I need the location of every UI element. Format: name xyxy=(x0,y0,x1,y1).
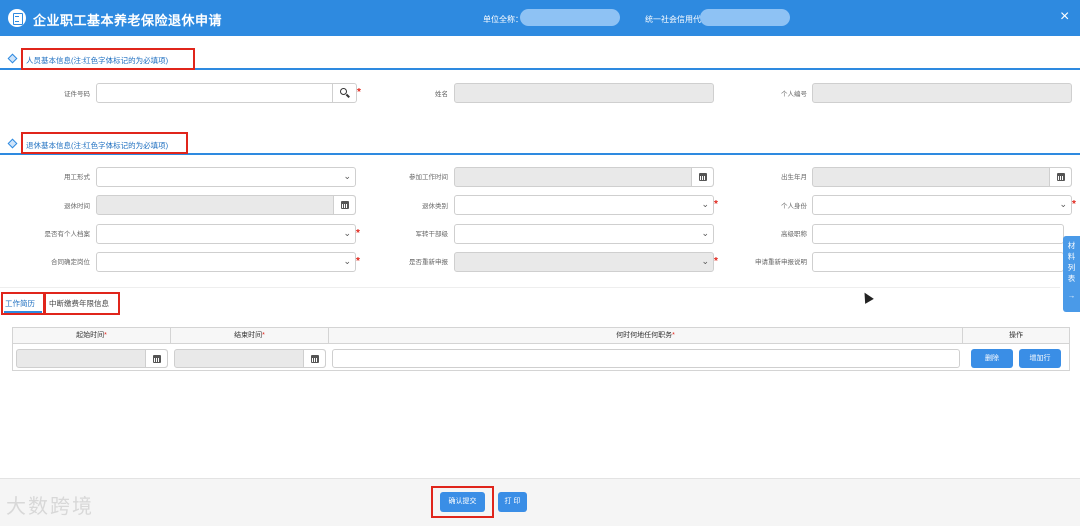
credit-code-redacted xyxy=(700,9,790,26)
material-list-panel[interactable]: 材 料 列 表 → xyxy=(1063,236,1080,312)
retire-time-input xyxy=(96,195,356,215)
unit-name-redacted xyxy=(520,9,620,26)
reapply-desc-input[interactable] xyxy=(812,252,1064,272)
footer-bar xyxy=(0,478,1080,526)
highlight-box xyxy=(44,292,120,315)
delete-row-button[interactable]: 删除 xyxy=(971,349,1013,368)
military-cadre-label: 军转干部级 xyxy=(415,231,449,238)
name-label: 姓名 xyxy=(435,91,448,98)
senior-title-select[interactable] xyxy=(812,224,1064,244)
active-tab-indicator xyxy=(4,311,42,313)
add-row-button[interactable]: 增加行 xyxy=(1019,349,1061,368)
senior-title-label: 高级职称 xyxy=(781,231,807,238)
calendar-icon[interactable] xyxy=(333,196,355,214)
required-mark: * xyxy=(357,87,361,98)
column-header-position: 何时何地任何职务* xyxy=(329,328,963,344)
column-header-start: 起始时间* xyxy=(13,328,171,344)
person-number-label: 个人编号 xyxy=(781,91,807,98)
position-input[interactable] xyxy=(332,349,960,368)
work-start-label: 参加工作时间 xyxy=(409,174,448,181)
chevron-down-icon: ⌄ xyxy=(343,228,351,238)
start-time-input[interactable] xyxy=(16,349,168,368)
id-number-input[interactable] xyxy=(96,83,357,103)
chevron-down-icon: ⌄ xyxy=(701,228,709,238)
work-resume-table: 起始时间* 结束时间* 何时何地任何职务* 操作 删除 增加行 xyxy=(12,327,1070,371)
chevron-down-icon: ⌄ xyxy=(1059,199,1067,209)
chevron-down-icon: ⌄ xyxy=(343,256,351,266)
required-mark: * xyxy=(356,228,360,239)
form-icon xyxy=(8,9,26,27)
column-header-actions: 操作 xyxy=(963,328,1069,344)
search-icon[interactable] xyxy=(332,84,356,102)
highlight-box xyxy=(21,48,195,70)
calendar-icon[interactable] xyxy=(303,350,325,367)
identity-select[interactable]: ⌄ xyxy=(812,195,1072,215)
divider xyxy=(0,287,1060,288)
employment-form-select[interactable]: ⌄ xyxy=(96,167,356,187)
required-mark: * xyxy=(356,256,360,267)
close-icon[interactable]: × xyxy=(1060,9,1069,25)
contract-post-select[interactable]: ⌄ xyxy=(96,252,356,272)
birth-date-input xyxy=(812,167,1072,187)
required-mark: * xyxy=(1072,199,1076,210)
calendar-icon[interactable] xyxy=(145,350,167,367)
diamond-icon xyxy=(7,53,18,64)
person-number-input xyxy=(812,83,1072,103)
dialog-header: 企业职工基本养老保险退休申请 单位全称： 统一社会信用代码： × xyxy=(0,0,1080,36)
column-header-end: 结束时间* xyxy=(171,328,329,344)
required-mark: * xyxy=(714,199,718,210)
highlight-box xyxy=(431,486,494,518)
side-label-char: 列 xyxy=(1067,263,1076,272)
watermark-logo: 大数跨境 xyxy=(6,496,94,518)
has-archive-select[interactable]: ⌄ xyxy=(96,224,356,244)
chevron-down-icon: ⌄ xyxy=(701,199,709,209)
reapply-label: 是否重新申报 xyxy=(409,259,448,266)
print-button[interactable]: 打 印 xyxy=(498,492,527,512)
arrow-right-icon: → xyxy=(1067,291,1076,300)
military-cadre-select[interactable]: ⌄ xyxy=(454,224,714,244)
has-archive-label: 是否有个人档案 xyxy=(44,231,91,238)
reapply-select: ⌄ xyxy=(454,252,714,272)
retire-time-label: 退休时间 xyxy=(64,203,90,210)
identity-label: 个人身份 xyxy=(781,203,807,210)
contract-post-label: 合同确定岗位 xyxy=(51,259,90,266)
side-label-char: 材 xyxy=(1067,241,1076,250)
chevron-down-icon: ⌄ xyxy=(701,256,709,266)
chevron-down-icon: ⌄ xyxy=(343,171,351,181)
retire-type-label: 退休类别 xyxy=(422,203,448,210)
work-start-input xyxy=(454,167,714,187)
unit-name-label: 单位全称： xyxy=(483,15,523,24)
dialog-title: 企业职工基本养老保险退休申请 xyxy=(33,13,223,28)
end-time-input[interactable] xyxy=(174,349,326,368)
retire-type-select[interactable]: ⌄ xyxy=(454,195,714,215)
calendar-icon[interactable] xyxy=(1049,168,1071,186)
required-mark: * xyxy=(714,256,718,267)
birth-date-label: 出生年月 xyxy=(781,174,807,181)
id-number-label: 证件号码 xyxy=(64,91,90,98)
side-label-char: 料 xyxy=(1067,252,1076,261)
side-label-char: 表 xyxy=(1067,274,1076,283)
name-input xyxy=(454,83,714,103)
mouse-cursor xyxy=(860,290,874,304)
employment-form-label: 用工形式 xyxy=(64,174,90,181)
highlight-box xyxy=(21,132,188,154)
diamond-icon xyxy=(7,138,18,149)
reapply-desc-label: 申请重新申报说明 xyxy=(755,259,807,266)
calendar-icon[interactable] xyxy=(691,168,713,186)
